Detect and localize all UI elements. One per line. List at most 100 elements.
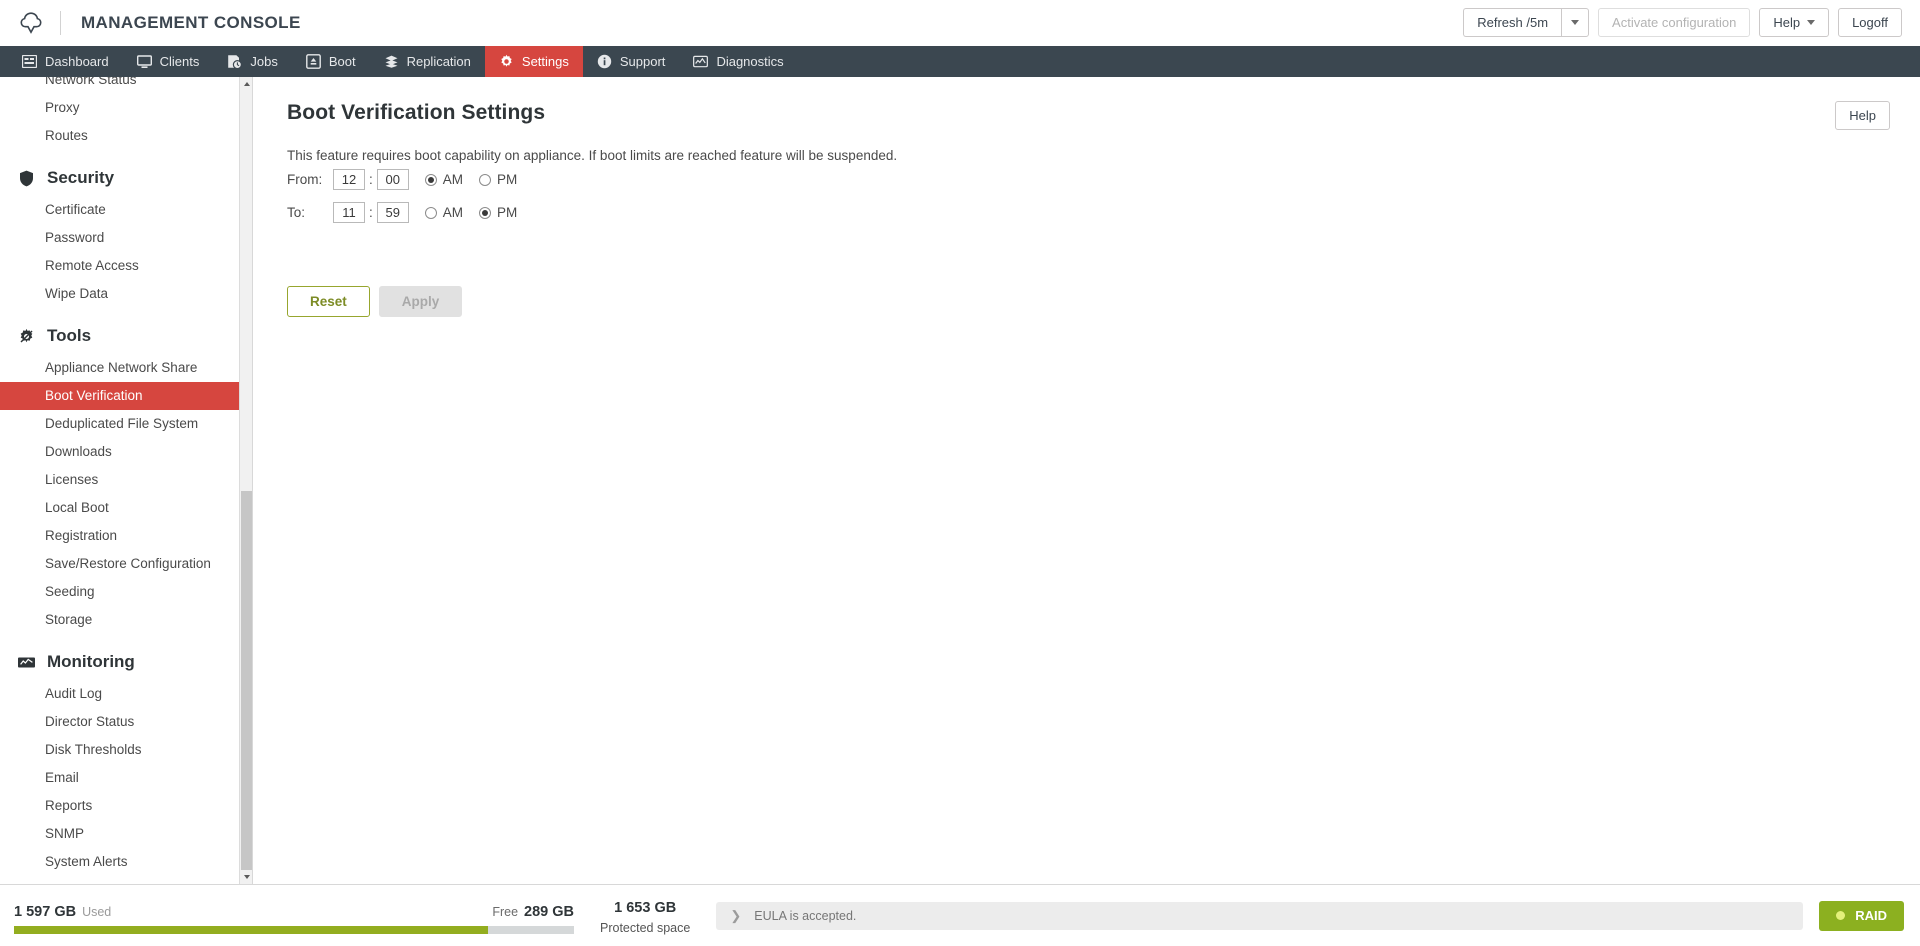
storage-usage-labels: 1 597 GB Used Free 289 GB	[14, 904, 574, 920]
monitor-icon	[136, 54, 152, 69]
from-time-row: From: : AM PM	[287, 169, 1886, 190]
dashboard-icon	[22, 54, 37, 69]
apply-button[interactable]: Apply	[378, 286, 463, 317]
sidebar-item-proxy[interactable]: Proxy	[0, 94, 239, 122]
sidebar-item-appliance-network-share[interactable]: Appliance Network Share	[0, 354, 239, 382]
sidebar-item-registration[interactable]: Registration	[0, 522, 239, 550]
from-pm-label: PM	[497, 172, 518, 187]
nav-label: Support	[619, 54, 666, 69]
sidebar-item-audit-log[interactable]: Audit Log	[0, 680, 239, 708]
to-pm-radio[interactable]: PM	[479, 205, 517, 220]
protected-value: 1 653 GB	[614, 900, 677, 916]
sidebar-item-snmp[interactable]: SNMP	[0, 820, 239, 848]
to-hour-input[interactable]	[333, 202, 365, 223]
content-help-container: Help	[1835, 101, 1890, 130]
nav-label: Jobs	[250, 54, 278, 69]
nav-label: Boot	[328, 54, 356, 69]
sidebar-scrollbar[interactable]	[239, 77, 252, 884]
app-title: MANAGEMENT CONSOLE	[81, 12, 301, 32]
nav-item-boot[interactable]: Boot	[292, 46, 370, 77]
nav-item-dashboard[interactable]: Dashboard	[8, 46, 123, 77]
chevron-down-icon	[1571, 20, 1580, 25]
to-label: To:	[287, 205, 306, 220]
storage-usage-widget: 1 597 GB Used Free 289 GB	[14, 898, 574, 934]
scroll-up-button[interactable]	[240, 77, 252, 91]
sidebar-item-network-status[interactable]: Network Status	[0, 77, 239, 94]
refresh-button[interactable]: Refresh /5m	[1463, 8, 1562, 37]
sidebar-item-routes[interactable]: Routes	[0, 122, 239, 150]
chevron-down-icon	[1807, 20, 1816, 25]
help-menu-label: Help	[1773, 15, 1801, 30]
from-pm-radio[interactable]: PM	[479, 172, 517, 187]
sidebar-item-password[interactable]: Password	[0, 224, 239, 252]
sidebar-item-storage[interactable]: Storage	[0, 606, 239, 634]
boot-icon	[305, 54, 321, 69]
free-value: 289 GB	[524, 903, 574, 920]
layers-icon	[384, 54, 399, 69]
sidebar-item-boot-verification[interactable]: Boot Verification	[0, 382, 239, 410]
sidebar-item-remote-access[interactable]: Remote Access	[0, 252, 239, 280]
from-am-radio[interactable]: AM	[424, 172, 463, 187]
sidebar-item-deduplicated-file-system[interactable]: Deduplicated File System	[0, 410, 239, 438]
help-menu-button[interactable]: Help	[1759, 8, 1830, 37]
header-actions: Refresh /5m Activate configuration Help …	[1463, 8, 1902, 37]
cloud-shield-logo-icon	[14, 6, 48, 40]
nav-item-settings[interactable]: Settings	[484, 46, 583, 77]
chart-line-icon	[18, 654, 35, 671]
radio-indicator	[424, 173, 437, 186]
from-hour-input[interactable]	[333, 169, 365, 190]
main-content-panel: Help Boot Verification Settings This fea…	[253, 77, 1920, 884]
tools-gear-icon	[18, 328, 35, 345]
logoff-button[interactable]: Logoff	[1838, 8, 1902, 37]
sidebar-item-licenses[interactable]: Licenses	[0, 466, 239, 494]
management-console-app: MANAGEMENT CONSOLE Refresh /5m Activate …	[0, 0, 1920, 946]
nav-item-replication[interactable]: Replication	[370, 46, 485, 77]
sidebar-item-seeding[interactable]: Seeding	[0, 578, 239, 606]
nav-item-clients[interactable]: Clients	[123, 46, 214, 77]
used-value: 1 597 GB	[14, 903, 77, 920]
raid-status-badge[interactable]: RAID	[1819, 900, 1904, 931]
from-minute-input[interactable]	[376, 169, 409, 190]
nav-item-diagnostics[interactable]: Diagnostics	[679, 46, 797, 77]
top-header-bar: MANAGEMENT CONSOLE Refresh /5m Activate …	[0, 0, 1920, 46]
reset-button[interactable]: Reset	[287, 286, 370, 317]
nav-item-jobs[interactable]: Jobs	[213, 46, 291, 77]
sidebar-group-label: Security	[47, 168, 115, 187]
sidebar-item-local-boot[interactable]: Local Boot	[0, 494, 239, 522]
from-label: From:	[287, 172, 323, 187]
sidebar-item-certificate[interactable]: Certificate	[0, 196, 239, 224]
refresh-split-button: Refresh /5m	[1463, 8, 1590, 37]
to-time-separator: :	[369, 205, 373, 220]
nav-label: Replication	[406, 54, 471, 69]
to-am-radio[interactable]: AM	[424, 205, 464, 220]
sidebar-item-director-status[interactable]: Director Status	[0, 708, 239, 736]
to-minute-input[interactable]	[376, 202, 409, 223]
activate-configuration-button[interactable]: Activate configuration	[1598, 8, 1751, 37]
sidebar-item-disk-thresholds[interactable]: Disk Thresholds	[0, 736, 239, 764]
content-help-button[interactable]: Help	[1835, 101, 1890, 130]
to-time-row: To: : AM PM	[287, 202, 1886, 223]
sidebar-item-email[interactable]: Email	[0, 764, 239, 792]
scrollbar-thumb[interactable]	[241, 491, 252, 884]
raid-label: RAID	[1855, 908, 1887, 923]
sidebar-item-wipe-data[interactable]: Wipe Data	[0, 280, 239, 308]
body-container: Network Status Proxy Routes Security Cer…	[0, 77, 1920, 884]
sidebar-item-system-alerts[interactable]: System Alerts	[0, 848, 239, 876]
sidebar-scroll-area: Network Status Proxy Routes Security Cer…	[0, 77, 239, 884]
sidebar-item-reports[interactable]: Reports	[0, 792, 239, 820]
info-icon	[597, 54, 612, 69]
refresh-dropdown-button[interactable]	[1561, 8, 1590, 37]
to-am-label: AM	[442, 205, 464, 220]
sidebar-item-save-restore-configuration[interactable]: Save/Restore Configuration	[0, 550, 239, 578]
scroll-down-button[interactable]	[240, 870, 252, 884]
sidebar-group-label: Tools	[47, 326, 92, 345]
sidebar-item-downloads[interactable]: Downloads	[0, 438, 239, 466]
eula-status-bar[interactable]: ❯ EULA is accepted.	[716, 901, 1804, 930]
chevron-right-icon: ❯	[730, 908, 742, 923]
nav-label: Settings	[521, 54, 569, 69]
chevron-down-icon	[243, 875, 250, 879]
brand: MANAGEMENT CONSOLE	[14, 6, 301, 40]
nav-item-support[interactable]: Support	[583, 46, 680, 77]
sidebar-group-label: Monitoring	[47, 652, 135, 671]
sidebar-group-monitoring: Monitoring	[0, 634, 239, 680]
